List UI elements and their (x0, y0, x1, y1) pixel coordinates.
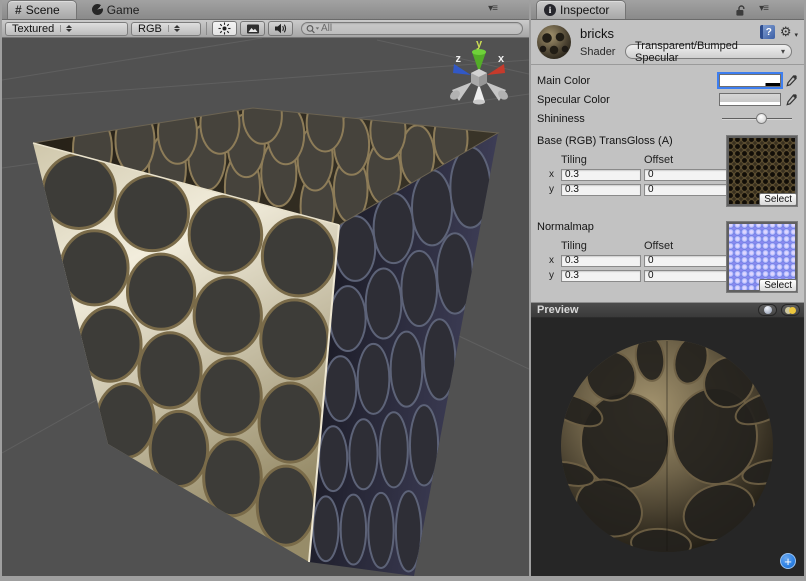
scene-skybox-toggle-button[interactable] (240, 21, 265, 36)
speaker-icon (274, 22, 288, 35)
main-color-swatch[interactable] (719, 74, 781, 87)
eyedropper-icon[interactable] (785, 74, 798, 88)
light-dot-yellow-icon (789, 307, 796, 314)
base-offset-x-input[interactable] (644, 169, 728, 181)
base-texture-thumbnail[interactable]: Select (726, 135, 798, 207)
tiling-label: Tiling (561, 240, 641, 252)
shininess-label: Shininess (537, 113, 722, 125)
scene-panel: y x z # Scene Game ▾≡ Textured RGB (2, 0, 529, 576)
toolbar-separator (206, 22, 207, 35)
specular-color-swatch[interactable] (719, 93, 781, 106)
updown-arrows-icon (60, 25, 72, 32)
specular-color-label: Specular Color (537, 94, 719, 106)
svg-text:x: x (498, 53, 505, 65)
specular-color-row: Specular Color (531, 90, 804, 109)
base-tiling-y-input[interactable] (561, 184, 641, 196)
tab-game-label: Game (107, 3, 140, 17)
base-offset-y-input[interactable] (644, 184, 728, 196)
normalmap-tiling-y-input[interactable] (561, 270, 641, 282)
scene-lighting-toggle-button[interactable] (212, 21, 237, 36)
draw-mode-value: Textured (12, 23, 54, 35)
inspector-panel: i Inspector ▾≡ bricks Shader Transparent… (531, 0, 804, 576)
scene-grid-icon: # (15, 3, 22, 17)
material-preview-area[interactable]: + (531, 318, 804, 576)
add-button[interactable]: + (780, 553, 796, 569)
search-icon (306, 24, 321, 34)
shader-value: Transparent/Bumped Specular (635, 40, 781, 64)
tiling-label: Tiling (561, 154, 641, 166)
tab-scene-label: Scene (26, 3, 60, 17)
main-color-label: Main Color (537, 75, 719, 87)
scene-panel-menu-icon[interactable]: ▾≡ (488, 3, 497, 14)
shininess-row: Shininess (531, 109, 804, 128)
unity-editor-window: yxz # Scene Game ▾≡ Textured RGB (0, 0, 806, 581)
color-mode-value: RGB (138, 23, 162, 35)
color-mode-dropdown[interactable]: RGB (131, 22, 201, 36)
normalmap-offset-y-input[interactable] (644, 270, 728, 282)
tab-inspector-label: Inspector (560, 3, 609, 17)
scene-3d-canvas[interactable]: y x z (2, 0, 529, 576)
normalmap-thumbnail[interactable]: Select (726, 221, 798, 293)
image-icon (246, 23, 260, 35)
tab-inspector[interactable]: i Inspector (536, 0, 626, 19)
game-icon (92, 4, 103, 15)
normalmap-texture-block: Normalmap Tiling Offset x y (537, 221, 798, 294)
preview-sphere-button[interactable] (758, 304, 777, 316)
preview-title: Preview (537, 304, 758, 316)
material-properties: Main Color Specular Color Shininess (531, 65, 804, 302)
normalmap-tiling-x-input[interactable] (561, 255, 641, 267)
shader-label: Shader (580, 46, 625, 58)
eyedropper-icon[interactable] (785, 93, 798, 107)
preview-sphere-canvas (531, 318, 804, 576)
shininess-slider[interactable] (722, 112, 792, 125)
lock-icon[interactable] (735, 4, 746, 22)
preview-header[interactable]: Preview (531, 302, 804, 318)
x-axis-label: x (545, 169, 558, 180)
inspector-tabstrip: i Inspector ▾≡ (531, 0, 804, 20)
updown-arrows-icon (168, 25, 180, 32)
scene-search-input[interactable] (321, 23, 518, 34)
normalmap-offset-x-input[interactable] (644, 255, 728, 267)
offset-label: Offset (644, 154, 728, 166)
scene-toolbar: Textured RGB (2, 20, 529, 38)
sun-icon (218, 22, 231, 35)
inspector-panel-menu-icon[interactable]: ▾≡ (759, 3, 768, 14)
base-texture-block: Base (RGB) TransGloss (A) Tiling Offset … (537, 135, 798, 208)
base-tiling-x-input[interactable] (561, 169, 641, 181)
dropdown-arrow-icon: ▾ (781, 47, 785, 56)
main-color-row: Main Color (531, 71, 804, 90)
svg-text:y: y (476, 38, 483, 50)
slider-thumb[interactable] (756, 113, 767, 124)
draw-mode-dropdown[interactable]: Textured (5, 22, 128, 36)
gear-icon[interactable]: ⚙ (780, 25, 792, 39)
tab-scene[interactable]: # Scene (7, 0, 77, 19)
y-axis-label: y (545, 184, 558, 195)
svg-text:z: z (456, 53, 462, 65)
scene-tabstrip: # Scene Game ▾≡ (2, 0, 529, 20)
material-ball-icon (537, 25, 571, 59)
x-axis-label: x (545, 255, 558, 266)
shader-dropdown[interactable]: Transparent/Bumped Specular ▾ (625, 44, 792, 59)
scene-audio-toggle-button[interactable] (268, 21, 293, 36)
offset-label: Offset (644, 240, 728, 252)
tab-game[interactable]: Game (82, 0, 150, 19)
y-axis-label: y (545, 270, 558, 281)
info-icon: i (544, 4, 556, 16)
sphere-icon (764, 306, 772, 314)
scene-search (301, 22, 523, 35)
material-header: bricks Shader Transparent/Bumped Specula… (531, 20, 804, 65)
gear-dropdown-arrow-icon: ▾ (794, 31, 798, 39)
help-icon[interactable]: ? (760, 25, 775, 39)
base-texture-select-button[interactable]: Select (759, 193, 797, 206)
preview-lighting-button[interactable] (781, 304, 800, 316)
normalmap-select-button[interactable]: Select (759, 279, 797, 292)
